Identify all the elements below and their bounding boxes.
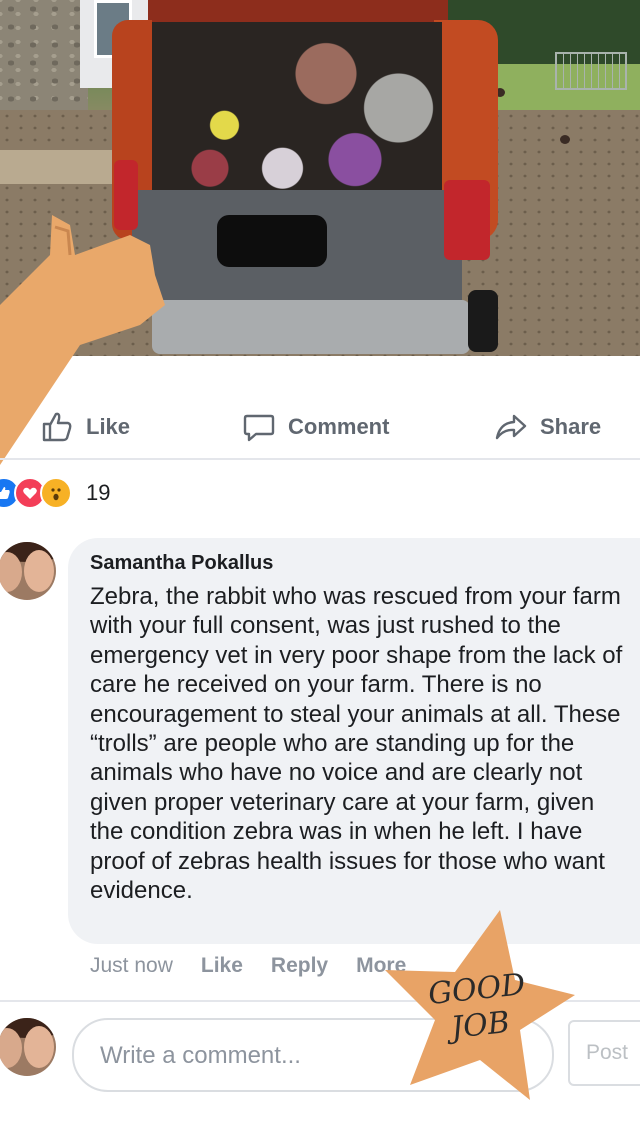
chicken <box>560 135 570 144</box>
comment-meta: Just now Like Reply More <box>90 954 406 978</box>
cargo-items <box>152 22 442 194</box>
path <box>0 150 130 184</box>
reaction-summary[interactable]: 19 <box>0 477 111 509</box>
car <box>112 0 498 356</box>
speech-bubble-icon <box>243 414 275 442</box>
share-label: Share <box>540 414 602 439</box>
comment-text: Zebra, the rabbit who was rescued from y… <box>90 583 623 905</box>
redacted-plate <box>217 215 327 267</box>
comment-button[interactable]: Comment <box>242 396 389 458</box>
share-button[interactable]: Share <box>494 396 601 458</box>
comment-bubble: Samantha Pokallus Zebra, the rabbit who … <box>68 538 640 944</box>
comment-author[interactable]: Samantha Pokallus <box>90 552 273 575</box>
post-photo[interactable] <box>0 0 640 356</box>
fence <box>555 52 627 90</box>
wow-reaction-icon <box>40 477 72 509</box>
like-button[interactable]: Like <box>40 396 130 458</box>
post-action-bar: Like Comment Share <box>0 396 640 460</box>
reaction-count: 19 <box>86 480 111 505</box>
good-job-sticker-text: GOOD JOB <box>427 967 531 1049</box>
like-label: Like <box>86 414 131 439</box>
comment-time: Just now <box>90 954 173 977</box>
tail-light-right <box>444 180 490 260</box>
thumbs-up-icon <box>42 412 72 442</box>
share-arrow-icon <box>495 414 527 440</box>
comment-like-link[interactable]: Like <box>201 954 243 978</box>
bumper <box>152 300 470 354</box>
stone-wall <box>0 0 88 120</box>
comment-reply-link[interactable]: Reply <box>271 954 328 978</box>
tail-light-left <box>114 160 138 230</box>
commenter-avatar[interactable] <box>0 542 56 600</box>
tire <box>468 290 498 352</box>
comment-label: Comment <box>288 414 390 439</box>
current-user-avatar[interactable] <box>0 1018 56 1076</box>
car-roof <box>148 0 448 22</box>
